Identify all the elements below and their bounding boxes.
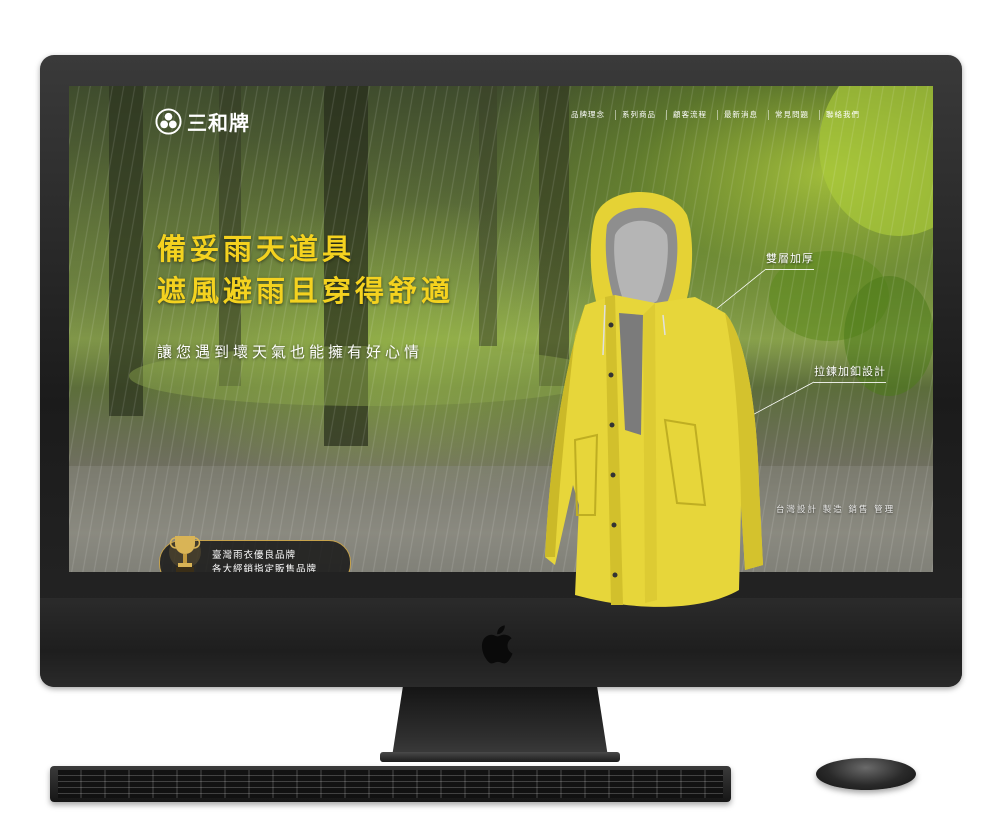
keyboard-image (50, 766, 731, 802)
nav-item-news[interactable]: 最新消息 (717, 110, 764, 120)
hero-subheadline: 讓您遇到壞天氣也能擁有好心情 (157, 343, 424, 361)
nav-item-faq[interactable]: 常見問題 (768, 110, 815, 120)
award-badge: 臺灣雨衣優良品牌 各大經銷指定販售品牌 (159, 536, 351, 572)
triple-circle-logo-icon (155, 107, 182, 135)
main-nav: 品牌理念 系列商品 顧客流程 最新消息 常見問題 聯絡我們 (565, 110, 866, 120)
callout-made-in-taiwan: 台灣設計 製造 銷售 管理 (776, 505, 896, 515)
brand-logo[interactable]: 三和牌 (155, 106, 250, 136)
nav-item-contact[interactable]: 聯絡我們 (819, 110, 866, 120)
nav-item-products[interactable]: 系列商品 (615, 110, 662, 120)
yellow-raincoat-image (545, 191, 763, 607)
monitor-stand-base (380, 752, 620, 762)
apple-logo-icon (481, 625, 513, 664)
badge-line-2: 各大經銷指定販售品牌 (212, 564, 318, 572)
callout-zipper-button: 拉鍊加釦設計 (814, 363, 886, 383)
hero-headline-line2: 遮風避雨且穿得舒適 (157, 274, 455, 308)
keyboard-keys (58, 770, 723, 798)
trophy-icon (169, 536, 201, 572)
rain-overlay (69, 86, 933, 572)
hero-headline: 備妥雨天道具 遮風避雨且穿得舒適 (157, 228, 454, 312)
badge-text: 臺灣雨衣優良品牌 各大經銷指定販售品牌 (212, 549, 317, 572)
nav-item-customer-process[interactable]: 顧客流程 (666, 110, 713, 120)
hero-headline-line1: 備妥雨天道具 (157, 232, 356, 266)
brand-name: 三和牌 (187, 110, 250, 135)
monitor-stand (392, 687, 608, 757)
nav-item-brand-philosophy[interactable]: 品牌理念 (565, 110, 611, 120)
badge-line-1: 臺灣雨衣優良品牌 (212, 550, 297, 561)
mouse-image (816, 758, 916, 790)
website-screen: 三和牌 品牌理念 系列商品 顧客流程 最新消息 常見問題 聯絡我們 備妥雨天道具… (69, 86, 933, 572)
